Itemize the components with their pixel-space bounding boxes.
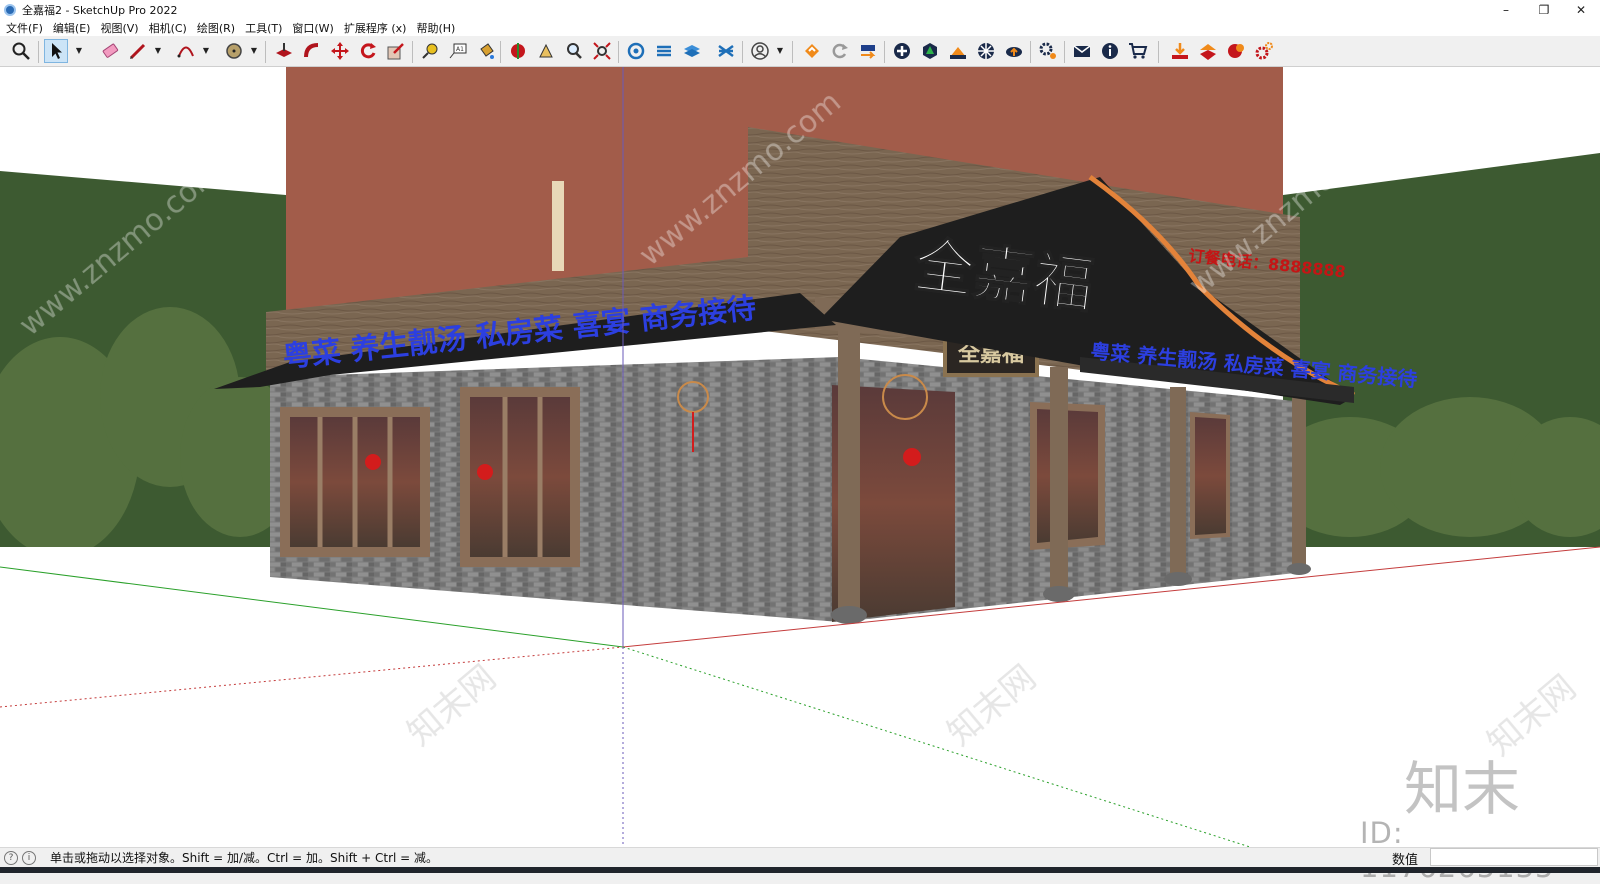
toolbar-separator bbox=[884, 41, 885, 63]
toolbar-separator bbox=[1158, 41, 1159, 63]
section-plane-icon[interactable] bbox=[506, 39, 530, 63]
menu-edit[interactable]: 编辑(E) bbox=[53, 20, 91, 36]
chevron-down-icon[interactable]: ▼ bbox=[75, 46, 83, 55]
credits-icon[interactable]: i bbox=[22, 850, 36, 865]
checker-icon[interactable] bbox=[974, 39, 998, 63]
plugin-icon[interactable] bbox=[714, 39, 738, 63]
toolbar-separator bbox=[500, 41, 501, 63]
chevron-down-icon[interactable]: ▼ bbox=[154, 46, 162, 55]
red-lantern bbox=[477, 464, 493, 480]
window-left-1 bbox=[280, 407, 430, 557]
main-toolbar: ▼ ▼ ▼ ▼ A1 ▼ bbox=[0, 36, 1600, 67]
tape-measure-icon[interactable] bbox=[418, 39, 442, 63]
extension-icon[interactable] bbox=[652, 39, 676, 63]
znzmo-logo-watermark: 知末 bbox=[1404, 755, 1521, 823]
window-title: 全嘉福2 - SketchUp Pro 2022 bbox=[22, 3, 178, 17]
chart-icon[interactable] bbox=[946, 39, 970, 63]
cart-icon[interactable] bbox=[1126, 39, 1150, 63]
chevron-down-icon[interactable]: ▼ bbox=[202, 46, 210, 55]
push-pull-icon[interactable] bbox=[272, 39, 296, 63]
cloud-upload-icon[interactable] bbox=[1002, 39, 1026, 63]
close-button[interactable]: ✕ bbox=[1562, 0, 1600, 19]
window-left-2 bbox=[460, 387, 580, 567]
sketchup-app-icon[interactable] bbox=[4, 3, 16, 16]
render-icon[interactable] bbox=[1224, 39, 1248, 63]
toolbar-separator bbox=[618, 41, 619, 63]
window-right-2 bbox=[1190, 412, 1230, 539]
title-bar: 全嘉福2 - SketchUp Pro 2022 bbox=[0, 0, 1600, 19]
eraser-icon[interactable] bbox=[98, 39, 122, 63]
menu-extensions[interactable]: 扩展程序 (x) bbox=[344, 20, 407, 36]
send-to-layout-icon[interactable] bbox=[856, 39, 880, 63]
settings-icon[interactable] bbox=[1036, 39, 1060, 63]
chevron-down-icon[interactable]: ▼ bbox=[776, 46, 784, 55]
import-icon[interactable] bbox=[1168, 39, 1192, 63]
menu-camera[interactable]: 相机(C) bbox=[149, 20, 187, 36]
menu-help[interactable]: 帮助(H) bbox=[416, 20, 455, 36]
toolbar-separator bbox=[1030, 41, 1031, 63]
toolbar-separator bbox=[265, 41, 266, 63]
info-icon[interactable] bbox=[1098, 39, 1122, 63]
account-icon[interactable] bbox=[748, 39, 772, 63]
mail-icon[interactable] bbox=[1070, 39, 1094, 63]
menu-file[interactable]: 文件(F) bbox=[6, 20, 43, 36]
toolbar-separator bbox=[412, 41, 413, 63]
zoom-extents-icon[interactable] bbox=[9, 39, 33, 63]
circle-icon[interactable] bbox=[222, 39, 246, 63]
orbit-icon[interactable] bbox=[534, 39, 558, 63]
rotate-icon[interactable] bbox=[356, 39, 380, 63]
status-bar: ? i 单击或拖动以选择对象。Shift = 加/减。Ctrl = 加。Shif… bbox=[0, 847, 1600, 867]
tree-icon[interactable] bbox=[918, 39, 942, 63]
menu-bar: 文件(F) 编辑(E) 视图(V) 相机(C) 绘图(R) 工具(T) 窗口(W… bbox=[0, 19, 1600, 36]
model-viewport[interactable]: 全嘉福 粤菜 养生靓汤 私房菜 喜宴 商务接待 粤菜 养生靓汤 私房菜 喜宴 商… bbox=[0, 67, 1600, 847]
svg-text:A1: A1 bbox=[456, 46, 464, 53]
add-icon[interactable] bbox=[890, 39, 914, 63]
refresh-icon[interactable] bbox=[828, 39, 852, 63]
scale-icon[interactable] bbox=[384, 39, 408, 63]
follow-me-icon[interactable] bbox=[300, 39, 324, 63]
measurements-label: 数值 bbox=[1392, 853, 1419, 868]
taskbar-strip bbox=[0, 867, 1600, 873]
text-label-icon[interactable]: A1 bbox=[446, 39, 470, 63]
geolocation-icon[interactable]: ? bbox=[4, 850, 18, 865]
maximize-button[interactable]: ❐ bbox=[1525, 0, 1563, 19]
warehouse-icon[interactable] bbox=[624, 39, 648, 63]
toolbar-separator bbox=[742, 41, 743, 63]
red-lantern bbox=[903, 448, 921, 466]
menu-window[interactable]: 窗口(W) bbox=[292, 20, 333, 36]
toolbar-separator bbox=[1064, 41, 1065, 63]
arc-icon[interactable] bbox=[174, 39, 198, 63]
toolbar-separator bbox=[792, 41, 793, 63]
zoom-icon[interactable] bbox=[562, 39, 586, 63]
chimney bbox=[552, 181, 564, 271]
status-hint: 单击或拖动以选择对象。Shift = 加/减。Ctrl = 加。Shift + … bbox=[50, 851, 439, 865]
paint-bucket-icon[interactable] bbox=[474, 39, 498, 63]
select-tool-icon[interactable] bbox=[44, 39, 68, 63]
chevron-down-icon[interactable]: ▼ bbox=[250, 46, 258, 55]
measurements-input[interactable] bbox=[1430, 848, 1598, 866]
layout-icon[interactable] bbox=[800, 39, 824, 63]
layers-icon[interactable] bbox=[680, 39, 704, 63]
zoom-window-icon[interactable] bbox=[590, 39, 614, 63]
scene-canvas[interactable]: 全嘉福 粤菜 养生靓汤 私房菜 喜宴 商务接待 粤菜 养生靓汤 私房菜 喜宴 商… bbox=[0, 67, 1600, 847]
menu-tools[interactable]: 工具(T) bbox=[245, 20, 282, 36]
pencil-line-icon[interactable] bbox=[126, 39, 150, 63]
menu-draw[interactable]: 绘图(R) bbox=[197, 20, 235, 36]
move-icon[interactable] bbox=[328, 39, 352, 63]
export-icon[interactable] bbox=[1196, 39, 1220, 63]
red-lantern bbox=[365, 454, 381, 470]
minimize-button[interactable]: – bbox=[1487, 0, 1525, 19]
gear-icon[interactable] bbox=[1252, 39, 1276, 63]
toolbar-separator bbox=[38, 41, 39, 63]
menu-view[interactable]: 视图(V) bbox=[100, 20, 138, 36]
